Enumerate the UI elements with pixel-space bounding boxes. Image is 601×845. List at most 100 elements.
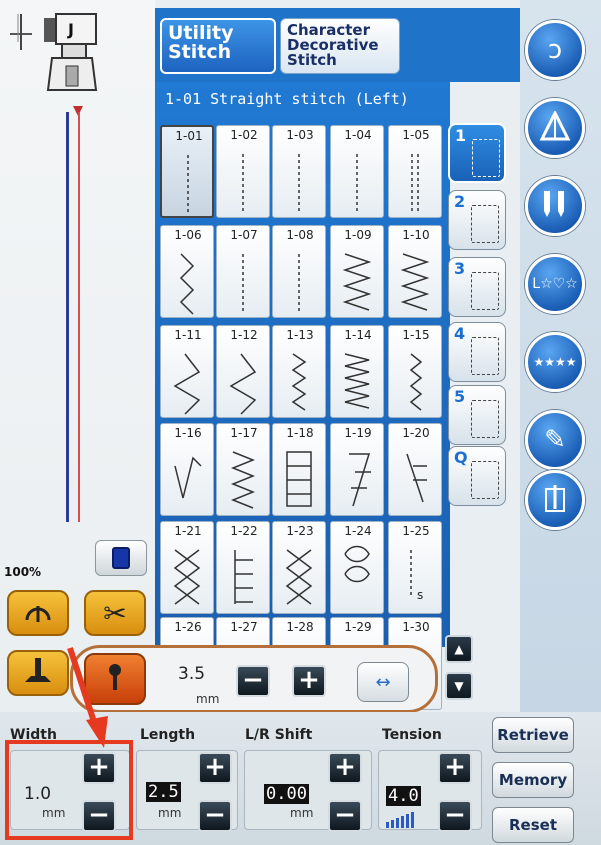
length-plus-button[interactable]: +: [198, 752, 232, 784]
mirror-image-button[interactable]: [525, 98, 585, 158]
needle-drop-toggle[interactable]: [84, 653, 146, 705]
length-minus-button[interactable]: −: [198, 800, 232, 832]
stitch-cell-1-02[interactable]: 1-02: [216, 125, 270, 218]
lr-shift-plus-button[interactable]: +: [328, 752, 362, 784]
tension-minus-button[interactable]: −: [438, 800, 472, 832]
lr-shift-minus-button[interactable]: −: [328, 800, 362, 832]
stitch-number: 1-08: [286, 228, 314, 242]
stitch-cell-1-09[interactable]: 1-09: [330, 225, 384, 318]
stitch-cell-1-14[interactable]: 1-14: [330, 325, 384, 418]
category-stitch-icon: [471, 461, 499, 499]
lr-shift-unit: mm: [290, 806, 314, 820]
category-tab-5[interactable]: 5: [448, 385, 506, 445]
twin-needle-button[interactable]: [525, 176, 585, 236]
stitch-pattern-icon: [409, 353, 423, 411]
category-number: 5: [454, 387, 466, 406]
twin-needle-icon: [538, 189, 572, 223]
stitch-number: 1-11: [174, 328, 202, 342]
stitch-number: 1-04: [344, 128, 372, 142]
tab-character-decorative-stitch[interactable]: Character Decorative Stitch: [280, 18, 400, 74]
scroll-down-button[interactable]: ▼: [445, 672, 473, 700]
stitch-cell-1-07[interactable]: 1-07: [216, 225, 270, 318]
stitch-number: 1-02: [230, 128, 258, 142]
stitch-number: 1-26: [174, 620, 202, 634]
stitch-cell-1-03[interactable]: 1-03: [272, 125, 326, 218]
category-number: 3: [454, 259, 466, 278]
stitch-cell-1-17[interactable]: 1-17: [216, 423, 270, 516]
tension-value: 4.0: [386, 786, 421, 806]
stitch-pattern-icon: [173, 549, 201, 605]
needle-up-down-icon: [21, 596, 55, 630]
stitch-pattern-icon: [356, 154, 358, 214]
category-tab-4[interactable]: 4: [448, 322, 506, 382]
down-triangle-icon: ▼: [454, 679, 464, 693]
stitch-cell-1-04[interactable]: 1-04: [330, 125, 384, 218]
character-lettering-button[interactable]: L☆♡☆: [525, 254, 585, 314]
stitch-cell-1-15[interactable]: 1-15: [388, 325, 442, 418]
stitch-cell-1-20[interactable]: 1-20: [388, 423, 442, 516]
tension-plus-button[interactable]: +: [438, 752, 472, 784]
needle-position-button[interactable]: [7, 590, 69, 636]
presser-foot-icon: J: [40, 10, 100, 98]
category-tab-3[interactable]: 3: [448, 257, 506, 317]
thread-spool-button[interactable]: [95, 540, 147, 576]
stitch-pattern-icon: [173, 353, 201, 415]
width-adjust-button[interactable]: ↔: [357, 662, 409, 702]
stitch-cell-1-19[interactable]: 1-19: [330, 423, 384, 516]
stitch-cell-1-25[interactable]: 1-25 s: [388, 521, 442, 614]
stitch-cell-1-12[interactable]: 1-12: [216, 325, 270, 418]
category-tab-2[interactable]: 2: [448, 190, 506, 250]
stitch-pattern-icon: [187, 155, 189, 215]
stitch-cell-1-08[interactable]: 1-08: [272, 225, 326, 318]
stitch-pattern-icon: [242, 254, 244, 314]
needle-marker-icon: [105, 662, 125, 696]
stitch-number: 1-20: [402, 426, 430, 440]
stitch-number: 1-17: [230, 426, 258, 440]
presser-foot-lever-button[interactable]: [7, 650, 69, 696]
pencil-icon: ✎: [544, 425, 566, 455]
sewing-mode-button[interactable]: ↄ: [525, 20, 585, 80]
category-stitch-icon: [471, 272, 499, 310]
scroll-up-button[interactable]: ▲: [445, 635, 473, 663]
stitch-number: 1-29: [344, 620, 372, 634]
stitch-cell-1-06[interactable]: 1-06: [160, 225, 214, 318]
needle-drop-plus[interactable]: +: [292, 665, 326, 697]
stitch-cell-1-05[interactable]: 1-05: [388, 125, 442, 218]
category-tab-q[interactable]: Q: [448, 446, 506, 506]
length-unit: mm: [158, 806, 182, 820]
stitch-cell-1-21[interactable]: 1-21: [160, 521, 214, 614]
foot-lift-icon: [21, 656, 55, 690]
stitch-number: 1-10: [402, 228, 430, 242]
stitch-cell-1-23[interactable]: 1-23: [272, 521, 326, 614]
category-tab-1[interactable]: 1: [448, 123, 506, 183]
thread-guide-line: [78, 112, 80, 522]
thread-cutter-button[interactable]: ✂: [84, 590, 146, 636]
stitch-cell-1-16[interactable]: 1-16: [160, 423, 214, 516]
stitch-cell-1-10[interactable]: 1-10: [388, 225, 442, 318]
presser-foot-letter: J: [68, 20, 74, 39]
stitch-cell-1-13[interactable]: 1-13: [272, 325, 326, 418]
stitch-number: 1-15: [402, 328, 430, 342]
stitch-number: 1-21: [174, 524, 202, 538]
combination-button[interactable]: ★★★★: [525, 332, 585, 392]
stitch-cell-1-24[interactable]: 1-24: [330, 521, 384, 614]
tab-utility-stitch[interactable]: Utility Stitch: [160, 18, 276, 74]
stitch-preview-line: [66, 112, 69, 522]
stitch-cell-1-22[interactable]: 1-22: [216, 521, 270, 614]
settings-needle-button[interactable]: [525, 470, 585, 530]
retrieve-button[interactable]: Retrieve: [492, 717, 574, 753]
stitch-cell-1-11[interactable]: 1-11: [160, 325, 214, 418]
memory-button[interactable]: Memory: [492, 762, 574, 798]
selected-stitch-name: 1-01 Straight stitch (Left): [165, 90, 409, 108]
stitch-number: 1-22: [230, 524, 258, 538]
stitch-pattern-icon: [234, 550, 253, 604]
stitch-cell-1-01[interactable]: 1-01: [160, 125, 214, 218]
stitch-cell-1-18[interactable]: 1-18: [272, 423, 326, 516]
reset-button[interactable]: Reset: [492, 807, 574, 843]
tab-char-line3: Stitch: [287, 51, 337, 69]
stitch-pattern-icon: [411, 154, 419, 214]
needle-drop-minus[interactable]: −: [236, 665, 270, 697]
stitch-pattern-icon: [344, 353, 370, 409]
edit-button[interactable]: ✎: [525, 410, 585, 470]
category-number: Q: [454, 448, 468, 467]
